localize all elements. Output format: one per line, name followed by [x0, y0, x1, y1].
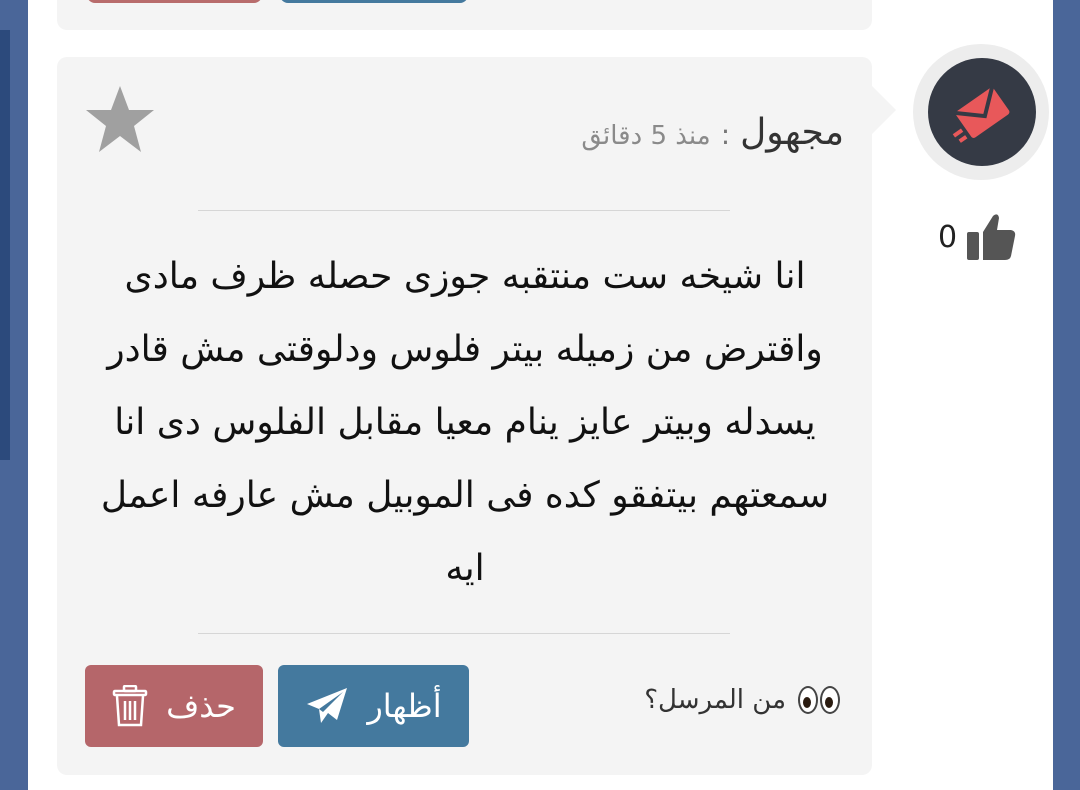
paper-plane-icon	[307, 688, 348, 723]
delete-button[interactable]: حذف	[85, 665, 263, 747]
bottom-divider	[198, 633, 730, 634]
who-sent-link[interactable]: من المرسل؟	[644, 685, 840, 715]
avatar	[928, 58, 1036, 166]
likes-counter: 0	[938, 212, 1017, 262]
previous-delete-button[interactable]	[87, 0, 262, 3]
previous-message-card	[57, 0, 872, 30]
reveal-sender-button[interactable]: أظهار	[278, 665, 469, 747]
who-sent-label: من المرسل؟	[644, 685, 786, 715]
header-separator: :	[720, 118, 731, 151]
likes-count: 0	[938, 219, 958, 255]
message-header: مجهول : منذ 5 دقائق	[581, 112, 844, 153]
delete-label: حذف	[166, 687, 236, 725]
message-body: انا شيخه ست منتقبه جوزى حصله ظرف مادى وا…	[100, 256, 830, 589]
envelope-icon	[952, 86, 1010, 143]
thumbs-up-icon[interactable]	[965, 212, 1017, 262]
sender-name: مجهول	[740, 112, 844, 153]
star-icon[interactable]	[84, 84, 156, 156]
previous-reveal-button[interactable]	[280, 0, 468, 3]
reveal-label: أظهار	[367, 687, 442, 725]
top-divider	[198, 210, 730, 211]
eye-icon	[798, 686, 818, 714]
eye-icon	[820, 686, 840, 714]
message-time: منذ 5 دقائق	[581, 121, 711, 151]
card-pointer	[872, 86, 896, 134]
eyes-icon	[798, 686, 840, 714]
left-strip	[0, 30, 10, 460]
trash-icon	[112, 685, 148, 727]
